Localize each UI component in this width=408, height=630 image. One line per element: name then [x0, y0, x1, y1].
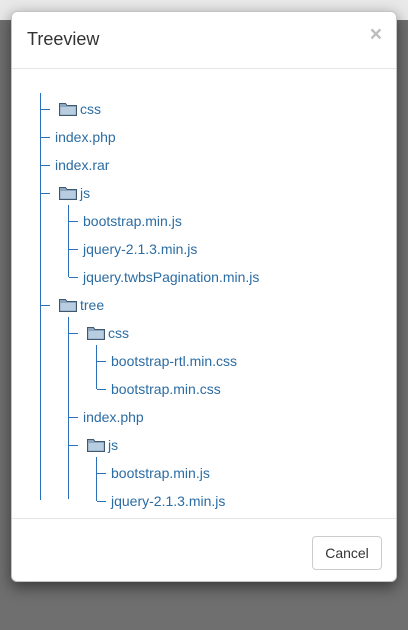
tree-connector [41, 137, 50, 138]
tree-connector [97, 501, 106, 502]
tree-node-label: css [108, 325, 129, 341]
cancel-button[interactable]: Cancel [312, 536, 382, 570]
tree-node-label: bootstrap.min.js [83, 213, 182, 229]
tree-connector [69, 333, 78, 334]
tree-node-tree-js-jquery[interactable]: jquery-2.1.3.min.js [111, 490, 225, 512]
tree-connector [69, 221, 78, 222]
tree-node-label: jquery.twbsPagination.min.js [83, 269, 260, 285]
tree-connector [69, 249, 78, 250]
treeview-modal: Treeview × css index.php index.rar js bo… [11, 11, 397, 582]
tree-node-tree-js[interactable]: js [87, 434, 118, 456]
tree-connector [41, 305, 50, 306]
tree-node-tree-css-rtl[interactable]: bootstrap-rtl.min.css [111, 350, 237, 372]
tree-node-index-php[interactable]: index.php [55, 126, 116, 148]
tree-node-label: jquery-2.1.3.min.js [111, 493, 226, 509]
tree-node-tree-css[interactable]: css [87, 322, 129, 344]
tree-connector [97, 473, 106, 474]
tree-connector [41, 165, 50, 166]
modal-header: Treeview × [12, 12, 396, 69]
tree-node-index-rar[interactable]: index.rar [55, 154, 109, 176]
folder-icon [59, 299, 77, 312]
folder-icon [59, 103, 77, 116]
tree-line-tree [68, 317, 69, 499]
tree-node-tree-js-bootstrap[interactable]: bootstrap.min.js [111, 462, 210, 484]
tree-node-js-pagination[interactable]: jquery.twbsPagination.min.js [83, 266, 259, 288]
tree-node-tree-css-bootstrap[interactable]: bootstrap.min.css [111, 378, 221, 400]
tree-node-css[interactable]: css [59, 98, 101, 120]
tree-node-label: js [108, 437, 119, 453]
tree-connector [69, 445, 78, 446]
tree-line-level1 [40, 93, 41, 500]
folder-icon [87, 439, 105, 452]
tree-node-label: bootstrap-rtl.min.css [111, 353, 238, 369]
tree-node-tree[interactable]: tree [59, 294, 104, 316]
tree-line-tree-js [96, 457, 97, 501]
tree-node-label: index.php [55, 129, 116, 145]
folder-icon [59, 187, 77, 200]
tree-connector [69, 277, 78, 278]
tree-node-label: css [80, 101, 101, 117]
tree-node-label: bootstrap.min.js [111, 465, 210, 481]
tree-node-label: tree [80, 297, 105, 313]
tree-line-js [68, 205, 69, 277]
tree-node-tree-index-php[interactable]: index.php [83, 406, 144, 428]
tree-connector [41, 193, 50, 194]
tree-node-js-jquery[interactable]: jquery-2.1.3.min.js [83, 238, 197, 260]
tree-node-label: bootstrap.min.css [111, 381, 221, 397]
tree-node-js-bootstrap[interactable]: bootstrap.min.js [83, 210, 182, 232]
tree-view: css index.php index.rar js bootstrap.min… [12, 69, 396, 518]
tree-connector [97, 389, 106, 390]
tree-node-label: js [80, 185, 91, 201]
tree-node-label: jquery-2.1.3.min.js [83, 241, 198, 257]
folder-icon [87, 327, 105, 340]
tree-node-js[interactable]: js [59, 182, 90, 204]
tree-line-tree-css [96, 345, 97, 389]
tree-connector [41, 109, 50, 110]
modal-footer: Cancel [12, 518, 396, 581]
tree-connector [69, 417, 78, 418]
tree-connector [97, 361, 106, 362]
modal-title: Treeview [27, 29, 100, 49]
close-icon[interactable]: × [370, 24, 382, 45]
tree-node-label: index.php [83, 409, 144, 425]
tree-node-label: index.rar [55, 157, 110, 173]
